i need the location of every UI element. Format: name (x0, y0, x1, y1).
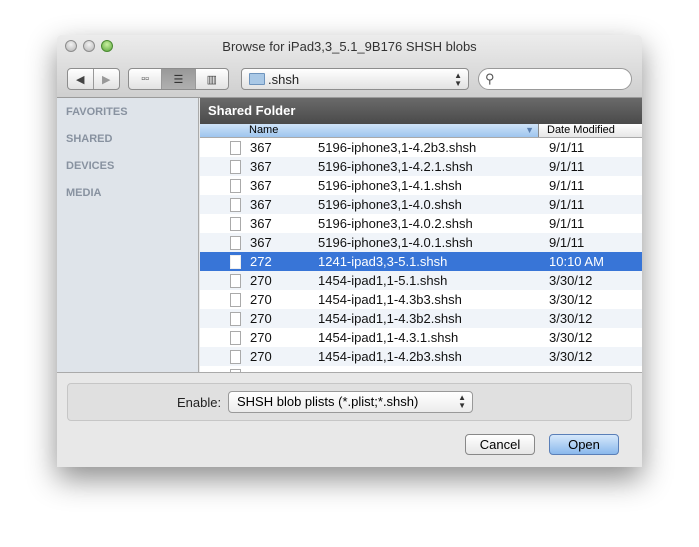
file-size: 270 (250, 349, 272, 364)
dialog-footer: Enable: SHSH blob plists (*.plist;*.shsh… (57, 372, 642, 467)
file-name: 5196-iphone3,1-4.0.1.shsh (318, 235, 473, 250)
enable-panel: Enable: SHSH blob plists (*.plist;*.shsh… (67, 383, 632, 421)
file-row[interactable]: 367 5196-iphone3,1-4.2.1.shsh 9/1/11 (200, 157, 642, 176)
file-row[interactable]: 270 1454-ipad1,1-5.1.shsh 3/30/12 (200, 271, 642, 290)
search-icon: ⚲ (485, 71, 495, 86)
file-row[interactable]: 367 5196-iphone3,1-4.0.1.shsh 9/1/11 (200, 233, 642, 252)
document-icon (230, 216, 241, 231)
back-forward-control: ◀ ▶ (67, 68, 120, 90)
file-date: 3/30/12 (549, 349, 593, 364)
file-date: 9/1/11 (549, 197, 585, 212)
document-icon (230, 235, 241, 250)
folder-header: Shared Folder (200, 98, 642, 124)
file-date: 3/30/12 (549, 292, 593, 307)
file-size: 367 (250, 216, 272, 231)
open-file-dialog: Browse for iPad3,3_5.1_9B176 SHSH blobs … (57, 35, 642, 467)
name-column-label: Name (249, 124, 279, 136)
forward-button[interactable]: ▶ (94, 69, 119, 89)
file-name: 1454-ipad1,1-5.1.shsh (318, 273, 448, 288)
sidebar-section-shared[interactable]: SHARED (57, 126, 198, 153)
file-type-popup[interactable]: SHSH blob plists (*.plist;*.shsh) ▲ ▼ (228, 391, 473, 413)
file-name: 1241-ipad3,3-5.1.shsh (318, 254, 448, 269)
sidebar-section-devices[interactable]: DEVICES (57, 153, 198, 180)
file-date: 3/30/12 (549, 273, 593, 288)
location-popup[interactable]: .shsh ▲ ▼ (241, 68, 469, 90)
document-icon (230, 273, 241, 288)
sort-descending-icon: ▼ (525, 125, 534, 135)
file-date: 3/30/12 (549, 330, 593, 345)
file-size: 270 (250, 292, 272, 307)
popup-arrows-icon: ▲ ▼ (454, 71, 462, 88)
search-field[interactable]: ⚲ (478, 68, 632, 90)
file-list: 367 5196-iphone3,1-4.2b3.shsh 9/1/11 367 519… (200, 138, 642, 372)
file-row[interactable]: 270 1454-ipad1,1-4.3b2.shsh 3/30/12 (200, 309, 642, 328)
file-date: 10:10 AM (549, 254, 604, 269)
file-browser: Shared Folder Name ▼ Date Modified 367 519… (200, 98, 642, 372)
column-view-button[interactable]: ▥ (196, 69, 228, 89)
file-row[interactable]: 367 5196-iphone3,1-4.0.2.shsh 9/1/11 (200, 214, 642, 233)
document-icon (230, 159, 241, 174)
file-name: 1454-ipad1,1-4.3.1.shsh (318, 330, 459, 345)
file-size: 270 (250, 330, 272, 345)
file-size: 270 (250, 273, 272, 288)
file-date: 9/1/11 (549, 216, 585, 231)
file-name: 1454-ipad1,1-4.3b3.shsh (318, 292, 462, 307)
name-column-header[interactable]: Name ▼ (200, 124, 539, 137)
file-size: 272 (250, 254, 272, 269)
file-name: 1454-ipad1,1-4.2b3.shsh (318, 349, 462, 364)
document-icon (230, 178, 241, 193)
file-row[interactable]: 270 1454-ipad1,1-4.3.1.shsh 3/30/12 (200, 328, 642, 347)
sidebar-section-media[interactable]: MEDIA (57, 180, 198, 207)
document-icon (230, 292, 241, 307)
file-row[interactable]: 270 1454-ipad1,1-4.3b3.shsh 3/30/12 (200, 290, 642, 309)
icon-view-button[interactable]: ▫▫ (129, 69, 163, 89)
file-row[interactable]: 367 5196-iphone3,1-4.1.shsh 9/1/11 (200, 176, 642, 195)
file-type-value: SHSH blob plists (*.plist;*.shsh) (237, 394, 419, 409)
file-size: 367 (250, 235, 272, 250)
file-size: 270 (250, 311, 272, 326)
file-name: 1454-ipad1,1-4.3b2.shsh (318, 311, 462, 326)
file-size: 367 (250, 197, 272, 212)
file-date: 9/1/11 (549, 178, 585, 193)
file-name: 5196-iphone3,1-4.2b3.shsh (318, 140, 477, 155)
document-icon (230, 330, 241, 345)
file-name: 5196-iphone3,1-4.2.1.shsh (318, 159, 473, 174)
document-icon (230, 254, 241, 269)
file-name: 5196-iphone3,1-4.0.2.shsh (318, 216, 473, 231)
window-title: Browse for iPad3,3_5.1_9B176 SHSH blobs (222, 39, 477, 54)
file-size: 367 (250, 159, 272, 174)
file-row[interactable]: 272 1241-ipad3,3-5.1.shsh 10:10 AM (200, 252, 642, 271)
enable-label: Enable: (177, 395, 222, 410)
file-size: 367 (250, 140, 272, 155)
location-label: .shsh (268, 71, 300, 87)
document-icon (230, 349, 241, 364)
document-icon (230, 197, 241, 212)
file-size: 367 (250, 178, 272, 193)
file-date: 9/1/11 (549, 235, 585, 250)
file-row[interactable]: 367 5196-iphone3,1-4.0.shsh 9/1/11 (200, 195, 642, 214)
sidebar: FAVORITES SHARED DEVICES MEDIA (57, 98, 199, 372)
sidebar-section-favorites[interactable]: FAVORITES (57, 99, 198, 126)
open-button[interactable]: Open (549, 434, 619, 455)
popup-arrows-icon: ▲ ▼ (458, 393, 466, 410)
folder-icon (249, 73, 265, 85)
file-name: 5196-iphone3,1-4.0.shsh (318, 197, 462, 212)
document-icon (230, 311, 241, 326)
view-mode-control: ▫▫ ☰ ▥ (128, 68, 229, 90)
back-button[interactable]: ◀ (68, 69, 94, 89)
date-column-header[interactable]: Date Modified (539, 124, 642, 137)
file-name: 5196-iphone3,1-4.1.shsh (318, 178, 462, 193)
column-headers: Name ▼ Date Modified (200, 124, 642, 138)
file-row[interactable]: 270 1454-ipad1,1-4.2b3.shsh 3/30/12 (200, 347, 642, 366)
file-date: 3/30/12 (549, 311, 593, 326)
list-view-button[interactable]: ☰ (162, 69, 196, 89)
cancel-button[interactable]: Cancel (465, 434, 535, 455)
title-bar: Browse for iPad3,3_5.1_9B176 SHSH blobs … (57, 35, 642, 98)
file-row[interactable]: 367 5196-iphone3,1-4.2b3.shsh 9/1/11 (200, 138, 642, 157)
file-date: 9/1/11 (549, 159, 585, 174)
document-icon (230, 140, 241, 155)
file-date: 9/1/11 (549, 140, 585, 155)
